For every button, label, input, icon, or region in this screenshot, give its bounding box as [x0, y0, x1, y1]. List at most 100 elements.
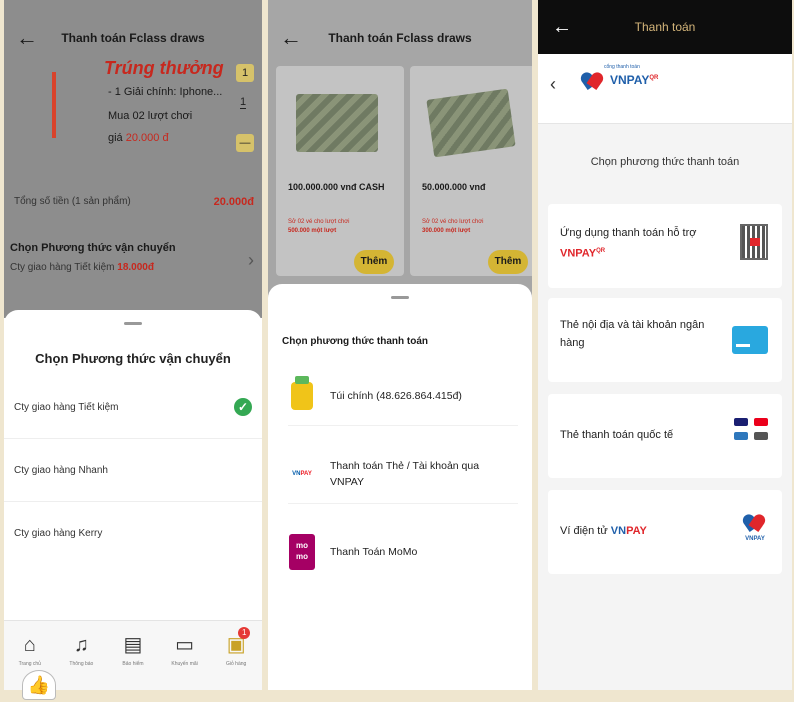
payment-option-momo[interactable]: mo mo Thanh Toán MoMo — [288, 522, 518, 582]
tab-label: Giỏ hàng — [226, 661, 247, 667]
tab-insurance[interactable]: ▤ Bảo hiểm — [113, 633, 153, 667]
prize-price: 300.000 một lượt — [422, 228, 471, 234]
back-arrow-icon[interactable]: ← — [16, 18, 38, 58]
prize-card[interactable]: 50.000.000 vnđ Sở 02 vé cho lượt chơi 30… — [410, 66, 532, 276]
option-label: Thanh Toán MoMo — [330, 546, 418, 558]
wallet-icon — [288, 375, 316, 416]
method-label: Thẻ nội địa và tài khoản ngân hàng — [560, 319, 705, 349]
prize-tickets: Sở 02 vé cho lượt chơi — [422, 219, 484, 225]
vnpay-logo-text: VNPAYQR — [610, 73, 659, 87]
shipping-selected: Cty giao hàng Tiết kiệm 18.000đ — [10, 262, 154, 273]
add-button[interactable]: Thêm — [488, 250, 528, 274]
cash-image — [426, 88, 516, 158]
vnpay-icon: VNPAY — [292, 470, 312, 477]
method-brand: VNPAY — [610, 525, 647, 537]
qty-increase-button[interactable]: — — [236, 134, 254, 152]
qr-code-icon — [740, 224, 768, 260]
shipping-method-screen: ← Thanh toán Fclass draws Trúng thưởng -… — [4, 0, 262, 690]
tab-notifications[interactable]: ♫ Thông báo — [61, 633, 101, 667]
method-text: Ứng dụng thanh toán hỗ trợ — [560, 227, 697, 239]
payment-method-screen: ← Thanh toán Fclass draws 100.000.000 vn… — [268, 0, 532, 690]
method-text: Ví điện tử — [560, 525, 608, 537]
sheet-handle[interactable] — [124, 322, 142, 325]
prize-subtitle: Sở 02 vé cho lượt chơi 300.000 một lượt — [422, 218, 484, 236]
sheet-title: Chọn Phương thức vận chuyển — [35, 351, 231, 366]
ticket-icon: ▭ — [175, 634, 195, 656]
vnpay-method-screen: ← Thanh toán ‹ cổng thanh toán VNPAYQR C… — [538, 0, 792, 690]
home-icon: ⌂ — [23, 634, 36, 656]
tab-cart[interactable]: ▣ 1 Giỏ hàng — [216, 627, 256, 667]
price-prefix: giá — [108, 132, 123, 144]
order-summary: Tổng số tiền (1 sản phẩm) 20.000đ — [14, 196, 254, 208]
method-label: Ứng dụng thanh toán hỗ trợ VNPAYQR — [560, 224, 720, 263]
vnpay-logo: VNPAYQR — [580, 68, 658, 92]
product-price: giá 20.000 đ — [108, 132, 169, 144]
method-domestic-card[interactable]: Thẻ nội địa và tài khoản ngân hàng — [548, 298, 782, 382]
qty-value: 1 — [240, 96, 247, 109]
prize-card[interactable]: 100.000.000 vnđ CASH Sở 02 vé cho lượt c… — [276, 66, 404, 276]
back-arrow-icon[interactable]: ← — [552, 0, 572, 54]
price-value: 20.000 đ — [125, 132, 169, 144]
bank-card-icon — [732, 326, 768, 354]
header: ← Thanh toán — [538, 0, 792, 54]
shipping-title[interactable]: Chọn Phương thức vận chuyển — [10, 242, 176, 254]
prize-tickets: Sở 02 vé cho lượt chơi — [288, 219, 350, 225]
method-brand: VNPAYQR — [560, 247, 606, 260]
product-prize: - 1 Giải chính: Iphone... — [108, 86, 223, 98]
option-label: Cty giao hàng Tiết kiệm — [14, 401, 119, 413]
section-label: Chọn phương thức thanh toán — [590, 156, 740, 168]
tab-promotions[interactable]: ▭ Khuyến mãi — [165, 633, 205, 667]
method-label: Thẻ thanh toán quốc tế — [560, 429, 674, 441]
add-button[interactable]: Thêm — [354, 250, 394, 274]
tab-label: Thông báo — [69, 661, 94, 667]
product-thumbnail — [52, 72, 56, 138]
check-circle-icon: ✓ — [234, 398, 252, 416]
product-title: Trúng thưởng — [104, 58, 224, 78]
cart-icon: ▣ — [226, 634, 246, 656]
qty-decrease-button[interactable]: 1 — [236, 64, 254, 82]
back-arrow-icon[interactable]: ← — [280, 18, 302, 58]
vnpay-wallet-text: VNPAY — [745, 536, 765, 542]
vnpay-wallet-icon: VNPAY — [742, 510, 768, 542]
thumbs-up-icon: 👍 — [22, 670, 56, 700]
option-label: Cty giao hàng Nhanh — [14, 464, 108, 476]
shipping-option-kerry[interactable]: Cty giao hàng Kerry — [4, 502, 262, 565]
summary-label: Tổng số tiền (1 sản phẩm) — [14, 196, 131, 207]
option-label: Cty giao hàng Kerry — [14, 528, 103, 539]
method-vnpay-qr[interactable]: Ứng dụng thanh toán hỗ trợ VNPAYQR — [548, 204, 782, 288]
prize-price: 500.000 một lượt — [288, 228, 337, 234]
intl-cards-icon — [734, 418, 768, 440]
shipping-company: Cty giao hàng Tiết kiệm — [10, 262, 115, 273]
prize-title: 50.000.000 vnđ — [422, 182, 486, 192]
shipping-price: 18.000đ — [117, 262, 154, 273]
header-title: Thanh toán Fclass draws — [328, 31, 472, 45]
momo-icon: mo mo — [288, 532, 316, 572]
tab-home[interactable]: ⌂ Trang chủ — [10, 633, 50, 667]
prize-title: 100.000.000 vnđ CASH — [288, 182, 385, 192]
shipping-option-tiet-kiem[interactable]: Cty giao hàng Tiết kiệm ✓ — [4, 376, 262, 439]
method-vnpay-wallet[interactable]: Ví điện tử VNPAY VNPAY — [548, 490, 782, 574]
summary-value: 20.000đ — [213, 196, 254, 208]
shipping-option-nhanh[interactable]: Cty giao hàng Nhanh — [4, 439, 262, 502]
header: ← Thanh toán Fclass draws — [4, 18, 262, 58]
momo-logo-text: mo mo — [289, 534, 315, 570]
payment-option-vnpay[interactable]: VNPAY Thanh toán Thẻ / Tài khoản qua VNP… — [288, 444, 518, 504]
sheet-title: Chọn phương thức thanh toán — [282, 336, 429, 347]
dimmed-background: ← Thanh toán Fclass draws 100.000.000 vn… — [268, 0, 532, 300]
method-label: Ví điện tử VNPAY — [560, 522, 720, 540]
document-icon: ▤ — [123, 634, 143, 656]
method-international-card[interactable]: Thẻ thanh toán quốc tế — [548, 394, 782, 478]
tab-label: Bảo hiểm — [122, 661, 144, 667]
chevron-right-icon[interactable]: › — [248, 250, 254, 271]
chevron-left-icon[interactable]: ‹ — [550, 74, 556, 95]
shipping-bottom-sheet: Chọn Phương thức vận chuyển Cty giao hàn… — [4, 310, 262, 690]
option-label: Túi chính (48.626.864.415đ) — [330, 389, 462, 402]
cash-image — [296, 94, 378, 152]
header-title: Thanh toán — [634, 20, 696, 34]
vnpay-heart-icon — [580, 68, 606, 92]
sheet-handle[interactable] — [391, 296, 409, 299]
product-plays: Mua 02 lượt chơi — [108, 110, 193, 122]
header: ← Thanh toán Fclass draws — [268, 18, 532, 58]
payment-option-main-wallet[interactable]: Túi chính (48.626.864.415đ) — [288, 366, 518, 426]
prize-subtitle: Sở 02 vé cho lượt chơi 500.000 một lượt — [288, 218, 350, 236]
